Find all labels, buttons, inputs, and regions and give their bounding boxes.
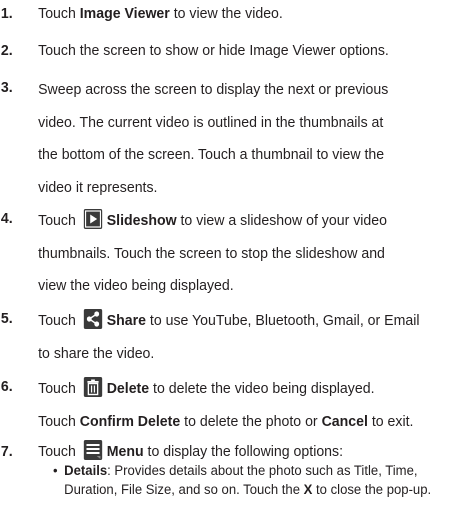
menu-icon: [83, 440, 103, 460]
bold-term: Menu: [106, 443, 144, 460]
text-segment: to display the following options:: [143, 443, 344, 460]
text-segment: view the video being displayed.: [38, 277, 234, 294]
step-number: 5.: [0, 310, 13, 327]
step-number: 7.: [0, 443, 13, 460]
step-line: video. The current video is outlined in …: [38, 107, 470, 140]
bold-term: Cancel: [321, 412, 368, 430]
step-line: thumbnails. Touch the screen to stop the…: [38, 238, 470, 271]
text-segment: video it represents.: [38, 178, 158, 196]
step-line: video it represents.: [38, 172, 470, 205]
slideshow-icon: [83, 209, 103, 229]
bold-term: Image Viewer: [79, 5, 170, 22]
step-number: 3.: [0, 79, 13, 96]
step-number: 2.: [0, 42, 13, 59]
step-line: Touch Image Viewer to view the video.: [38, 0, 470, 28]
step-text: Touch Image Viewer to view the video.: [38, 0, 470, 28]
step-line: Touch Confirm Delete to delete the photo…: [38, 406, 470, 439]
bold-term: X: [303, 481, 313, 497]
step-number: 6.: [0, 378, 13, 395]
text-segment: thumbnails. Touch the screen to stop the…: [38, 244, 385, 262]
text-segment: to close the pop-up.: [312, 481, 432, 497]
text-segment: to share the video.: [38, 344, 155, 362]
bold-term: Delete: [106, 380, 150, 397]
bold-term: Share: [106, 312, 146, 329]
share-icon: [83, 309, 103, 329]
bullet-text: Details: Provides details about the phot…: [64, 461, 472, 499]
text-segment: Touch the screen to show or hide Image V…: [38, 42, 389, 59]
text-segment: to view the video.: [169, 5, 283, 22]
text-segment: Touch: [38, 412, 80, 430]
text-segment: Touch: [38, 212, 80, 229]
text-segment: : Provides details about the photo such …: [107, 462, 418, 478]
step-line: Touch Delete to delete the video being d…: [38, 373, 470, 406]
step-line: Touch the screen to show or hide Image V…: [38, 37, 470, 65]
step-text: Touch the screen to show or hide Image V…: [38, 37, 470, 65]
step-number: 4.: [0, 210, 13, 227]
text-segment: to delete the video being displayed.: [149, 380, 375, 397]
step-text: Touch Slideshow to view a slideshow of y…: [38, 205, 470, 303]
step-line: Touch Slideshow to view a slideshow of y…: [38, 205, 470, 238]
manual-page: 1. Touch Image Viewer to view the video. 2…: [0, 0, 472, 509]
text-segment: to exit.: [367, 412, 414, 430]
bullet-line: Details: Provides details about the phot…: [64, 461, 472, 480]
text-segment: to view a slideshow of your video: [176, 212, 387, 229]
text-segment: Sweep across the screen to display the n…: [38, 81, 389, 98]
text-segment: video. The current video is outlined in …: [38, 113, 384, 131]
step-line: to share the video.: [38, 338, 470, 371]
step-text: Touch Share to use YouTube, Bluetooth, G…: [38, 305, 470, 370]
step-number: 1.: [0, 5, 13, 22]
step-line: Touch Share to use YouTube, Bluetooth, G…: [38, 305, 470, 338]
bold-term: Slideshow: [106, 212, 177, 229]
delete-icon: [83, 377, 103, 397]
bullet-dot: •: [53, 462, 58, 478]
text-segment: to delete the photo or: [180, 412, 322, 430]
text-segment: Touch: [38, 5, 80, 22]
step-text: Sweep across the screen to display the n…: [38, 74, 470, 204]
bullet-line: Duration, File Size, and so on. Touch th…: [64, 480, 472, 499]
text-segment: Touch: [38, 443, 80, 460]
text-segment: Touch: [38, 312, 80, 329]
text-segment: Duration, File Size, and so on. Touch th…: [64, 481, 304, 497]
text-segment: the bottom of the screen. Touch a thumbn…: [38, 146, 385, 163]
text-segment: to use YouTube, Bluetooth, Gmail, or Ema…: [145, 312, 420, 329]
text-segment: Touch: [38, 380, 80, 397]
step-line: the bottom of the screen. Touch a thumbn…: [38, 139, 470, 172]
step-line: Sweep across the screen to display the n…: [38, 74, 470, 107]
bold-term: Confirm Delete: [79, 412, 181, 430]
step-line: view the video being displayed.: [38, 270, 470, 303]
step-text: Touch Delete to delete the video being d…: [38, 373, 470, 438]
bold-term: Details: [64, 462, 108, 478]
